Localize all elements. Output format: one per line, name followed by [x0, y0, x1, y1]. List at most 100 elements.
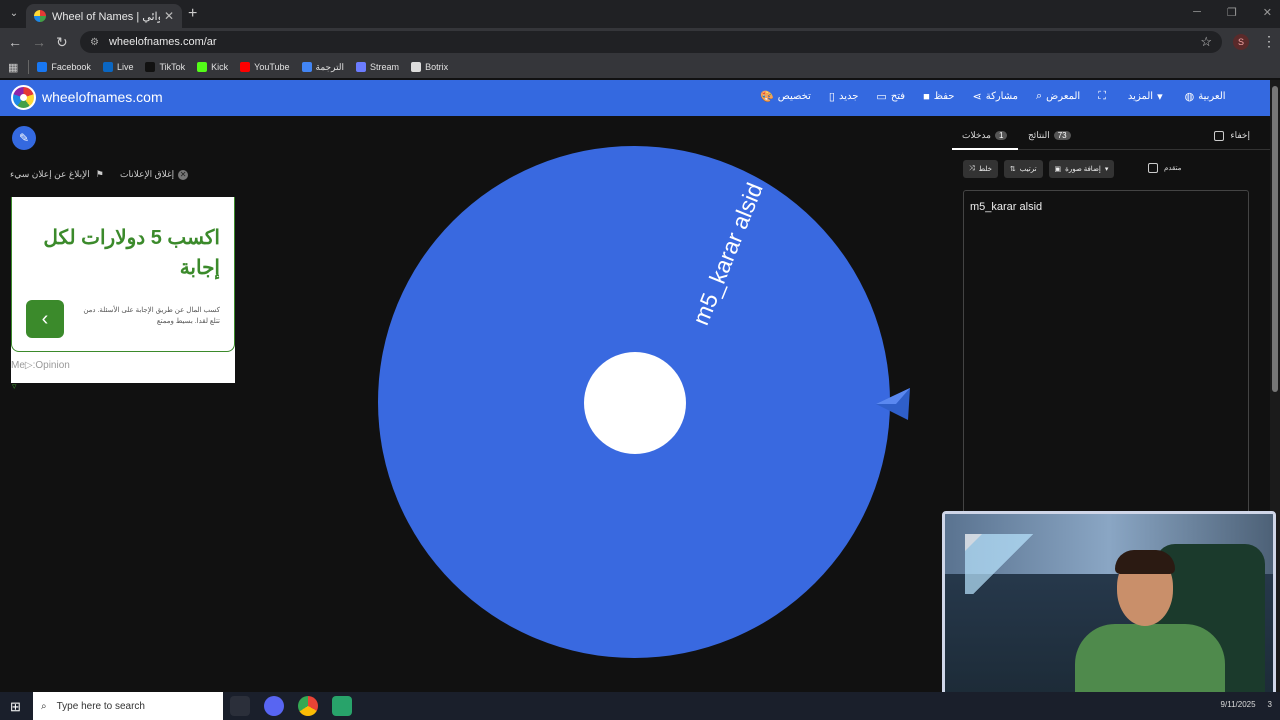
clock-date[interactable]: 9/11/2025	[1221, 700, 1256, 709]
bookmark-label: Live	[116, 62, 134, 72]
header-menu-item[interactable]: ▭ فتح	[876, 90, 905, 103]
reload-icon[interactable]: ↻	[56, 34, 68, 50]
forward-icon[interactable]: →	[32, 34, 46, 50]
taskbar-search[interactable]: ⌕ Type here to search	[33, 692, 223, 720]
site-info-icon[interactable]: ⚙	[90, 37, 99, 48]
add-image-button[interactable]: ▣ إضافة صورة ▾	[1048, 160, 1115, 178]
bookmark-label: Stream	[370, 62, 400, 72]
window-controls: ─ ❐ ✕	[1193, 6, 1272, 19]
tab-entries-label: مدخلات	[962, 130, 991, 140]
header-menu-item[interactable]: ⛶	[1098, 90, 1110, 103]
wheel-pointer-icon	[876, 388, 910, 420]
ad-choices-icon[interactable]: ▿	[12, 381, 17, 392]
notification-count[interactable]: 3	[1268, 700, 1272, 709]
tab-entries[interactable]: مدخلات 1	[962, 130, 1008, 141]
address-bar[interactable]: ⚙ wheelofnames.com/ar ☆	[80, 31, 1222, 53]
close-ads-label: إغلاق الإعلانات	[120, 169, 175, 179]
bookmark-item[interactable]: Botrix	[411, 62, 448, 73]
chevron-down-icon: ▾	[1104, 166, 1109, 173]
entries-toolbar: ⤨ خلط ⇅ ترتيب ▣ إضافة صورة ▾	[963, 160, 1115, 178]
task-view-icon[interactable]	[230, 696, 250, 716]
header-menu-label: جديد	[838, 91, 859, 102]
windows-start-icon[interactable]: ⊞	[10, 699, 21, 715]
browser-tab[interactable]: Wheel of Names | ‏اسم العشوائي ✕	[26, 4, 182, 28]
bookmark-favicon-icon	[301, 62, 312, 72]
bookmark-item[interactable]: Kick	[197, 62, 228, 73]
chevron-down-icon: ▾	[1157, 91, 1163, 103]
site-name[interactable]: wheelofnames.com	[42, 89, 163, 105]
active-tab-indicator	[952, 148, 1018, 150]
scrollbar-thumb[interactable]	[1272, 86, 1278, 392]
ad-banner[interactable]: اكسب 5 دولارات لكل إجابة كسب المال عن طر…	[11, 197, 235, 383]
system-tray: 9/11/2025 3	[1221, 700, 1272, 709]
header-menu: 🎨 تخصيص ▯ جديد ▭ فتح ■ حفظ ⋖ مشاركة ⌕ المعرض ⛶ المزيد…	[760, 90, 1244, 103]
bookmark-item[interactable]: Facebook	[37, 62, 91, 73]
url-text: wheelofnames.com/ar	[108, 36, 217, 48]
wheel-logo-icon[interactable]	[11, 85, 36, 110]
header-menu-label: حفظ	[933, 91, 955, 102]
taskbar-search-placeholder: Type here to search	[56, 700, 145, 712]
bookmark-label: الترجمة	[315, 61, 345, 72]
browser-tab-strip: ⌄ Wheel of Names | ‏اسم العشوائي ✕ + ─ ❐…	[0, 0, 1280, 28]
bookmark-item[interactable]: الترجمة	[301, 61, 345, 73]
header-menu-item[interactable]: ◍ العربية	[1185, 90, 1226, 103]
profile-avatar[interactable]: S	[1233, 34, 1249, 50]
streaming-app-icon[interactable]	[332, 696, 352, 716]
advanced-checkbox[interactable]: متقدم	[1148, 163, 1181, 173]
new-tab-button[interactable]: +	[188, 6, 197, 22]
tab-results[interactable]: النتائج 73	[1028, 130, 1071, 141]
wheel[interactable]: m5_karar alsid	[378, 146, 890, 658]
file-icon: ▯	[828, 91, 835, 103]
bookmarks-bar: ▦ Facebook Live TikTok Kick YouTube الترجمة St…	[0, 56, 1280, 78]
edit-pencil-button[interactable]: ✎	[12, 126, 36, 150]
bookmark-item[interactable]: YouTube	[240, 62, 290, 73]
fullscreen-icon: ⛶	[1098, 90, 1106, 102]
minimize-icon[interactable]: ─	[1193, 6, 1201, 19]
header-menu-item[interactable]: ⋖ مشاركة	[972, 90, 1018, 103]
header-menu-item[interactable]: ■ حفظ	[923, 90, 954, 103]
header-menu-item[interactable]: المزيد ▾	[1128, 90, 1167, 103]
bookmarks-divider	[28, 60, 30, 74]
webcam-person	[1075, 550, 1225, 704]
hide-checkbox[interactable]: إخفاء	[1214, 130, 1250, 141]
close-tab-icon[interactable]: ✕	[164, 9, 174, 23]
header-menu-label: مشاركة	[985, 91, 1018, 102]
bookmark-item[interactable]: Live	[102, 62, 134, 73]
bookmark-item[interactable]: TikTok	[145, 62, 185, 73]
chrome-icon[interactable]	[298, 696, 318, 716]
folder-icon: ▭	[876, 91, 887, 103]
webcam-person-hair	[1115, 550, 1175, 574]
apps-grid-icon[interactable]: ▦	[8, 61, 18, 74]
restore-icon[interactable]: ❐	[1227, 6, 1237, 19]
bookmark-label: Botrix	[425, 62, 449, 72]
ad-headline: اكسب 5 دولارات لكل إجابة	[43, 227, 220, 279]
browser-menu-icon[interactable]: ⋮	[1262, 33, 1276, 50]
report-ad-link[interactable]: الإبلاغ عن إعلان سيء ⚑	[10, 169, 104, 180]
entries-textarea[interactable]: m5_karar alsid	[963, 190, 1249, 520]
header-menu-item[interactable]: ▯ جديد	[829, 90, 859, 103]
bookmark-star-icon[interactable]: ☆	[1200, 34, 1212, 50]
ad-card: اكسب 5 دولارات لكل إجابة كسب المال عن طر…	[11, 197, 235, 352]
header-menu-label: المعرض	[1046, 91, 1081, 102]
bookmark-favicon-icon	[411, 62, 422, 72]
browser-toolbar: ← → ↻ ⚙ wheelofnames.com/ar ☆ S ⋮	[0, 28, 1280, 56]
back-icon[interactable]: ←	[8, 34, 22, 50]
close-ads-link[interactable]: إغلاق الإعلانات ✕	[120, 169, 189, 180]
bookmark-item[interactable]: Stream	[356, 62, 399, 73]
sort-button[interactable]: ⇅ ترتيب	[1003, 160, 1043, 178]
wheel-center-hub[interactable]	[584, 352, 686, 454]
hide-checkbox-box[interactable]	[1214, 130, 1225, 141]
header-menu-item[interactable]: ⌕ المعرض	[1036, 90, 1080, 103]
header-menu-item[interactable]: 🎨 تخصيص	[760, 90, 811, 103]
globe-icon: ◍	[1184, 91, 1195, 103]
chevron-left-icon[interactable]: ‹	[26, 300, 64, 338]
discord-icon[interactable]	[264, 696, 284, 716]
ad-brand: Me▷:Opinion	[11, 360, 70, 371]
close-window-icon[interactable]: ✕	[1263, 6, 1272, 19]
shuffle-button[interactable]: ⤨ خلط	[963, 160, 998, 178]
tab-list-button[interactable]: ⌄	[6, 6, 22, 22]
tab-entries-count: 1	[994, 131, 1008, 140]
bookmark-favicon-icon	[37, 62, 48, 72]
advanced-checkbox-box[interactable]	[1148, 163, 1158, 173]
advanced-label: متقدم	[1164, 165, 1182, 172]
